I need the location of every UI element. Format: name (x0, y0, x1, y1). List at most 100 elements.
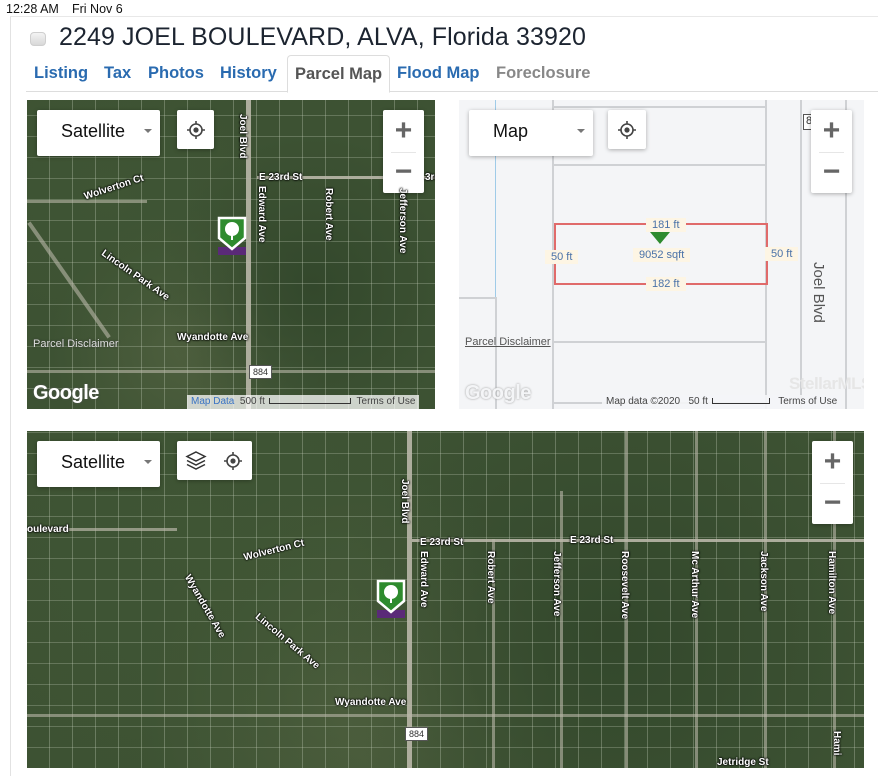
zoom-out-button[interactable]: − (811, 152, 852, 194)
crosshair-icon (224, 451, 242, 470)
street-label: Joel Blvd (237, 114, 248, 159)
map-data-label: Map data ©2020 (606, 396, 681, 407)
crosshair-icon (618, 120, 636, 139)
street-label: Lincoln Park Ave (252, 611, 322, 672)
road-jefferson (560, 491, 563, 768)
layers-icon (184, 450, 207, 470)
street-label: Wyandotte Ave (335, 697, 407, 708)
tab-foreclosure: Foreclosure (496, 64, 591, 82)
lot-line (552, 106, 765, 108)
google-logo: Google (33, 382, 99, 404)
road-curve (27, 221, 111, 339)
road-sr-884 (27, 714, 864, 717)
map-type-label: Map (493, 121, 529, 141)
map-type-select[interactable]: Satellite (37, 441, 160, 487)
tab-history[interactable]: History (212, 55, 285, 92)
dimension-top: 181 ft (646, 218, 686, 232)
map-type-select[interactable]: Satellite (37, 110, 160, 156)
zoom-control: + − (811, 110, 852, 193)
street-label: Hamilton Ave (826, 551, 837, 615)
map-data-link[interactable]: Map Data (191, 396, 234, 407)
chevron-down-icon (144, 460, 152, 464)
street-label: Robert Ave (323, 188, 334, 241)
street-label: oulevard (27, 524, 69, 535)
dimension-bottom: 182 ft (646, 277, 686, 291)
zoom-out-button[interactable]: − (812, 483, 853, 525)
zoom-in-button[interactable]: + (811, 110, 852, 152)
street-label: Hami (831, 731, 842, 756)
map-attribution: Map Data 500 ft Terms of Use (187, 395, 420, 409)
street-label: Wyandotte Ave (177, 332, 249, 343)
street-label: Wolverton Ct (242, 537, 306, 564)
parcel-disclaimer-link[interactable]: Parcel Disclaimer (33, 338, 119, 350)
layers-button[interactable] (177, 441, 214, 480)
map-type-label: Satellite (61, 121, 126, 141)
map-type-select[interactable]: Map (469, 110, 593, 156)
status-time: 12:28 AM (6, 2, 59, 16)
zoom-out-button[interactable]: − (383, 152, 424, 194)
road-sr-884 (27, 370, 435, 373)
lot-line (459, 297, 495, 299)
google-logo: Google (465, 382, 531, 404)
my-location-button[interactable] (214, 441, 252, 480)
zoom-control: + − (383, 110, 424, 193)
stellar-mls-watermark: StellarMLS (789, 374, 864, 393)
street-label: Lincoln Park Ave (99, 247, 172, 304)
lot-line (800, 100, 802, 409)
my-location-button[interactable] (177, 110, 214, 149)
street-label: Jefferson Ave (397, 188, 408, 254)
tab-bar: Listing Tax Photos History Parcel Map Fl… (26, 55, 878, 93)
street-label: Joel Blvd (810, 262, 827, 323)
property-marker-icon[interactable] (375, 578, 407, 618)
tab-listing[interactable]: Listing (26, 55, 96, 92)
lot-line (552, 164, 765, 166)
scale-label: 500 ft (239, 396, 265, 407)
street-label: E 23rd St (420, 537, 464, 548)
street-label: Robert Ave (485, 551, 496, 604)
route-shield: 884 (249, 365, 273, 379)
dimension-right: 50 ft (765, 247, 799, 261)
crosshair-icon (186, 120, 205, 139)
street-label: Wyandotte Ave (182, 572, 228, 641)
zoom-in-button[interactable]: + (812, 441, 853, 483)
parcel-satellite-map[interactable]: Satellite + − Joel Blvd E 23rd St Edward… (27, 100, 435, 409)
dimension-left: 50 ft (545, 250, 579, 264)
terms-link[interactable]: Terms of Use (778, 396, 837, 407)
street-label: Jefferson Ave (551, 551, 562, 617)
street-label: Jetridge St (717, 757, 769, 768)
select-checkbox[interactable] (30, 32, 46, 46)
flood-satellite-map[interactable]: Satellite + − oulevard Wolverton Ct Joel… (27, 431, 864, 768)
street-label: Edward Ave (256, 186, 267, 243)
lot-line (552, 341, 765, 343)
map-type-label: Satellite (61, 452, 126, 472)
chevron-down-icon (577, 129, 585, 133)
street-label: Edward Ave (418, 551, 429, 608)
map-tools (177, 441, 252, 480)
route-shield: 884 (405, 727, 429, 741)
tab-photos[interactable]: Photos (140, 55, 212, 92)
listing-title: 2249 JOEL BOULEVARD, ALVA, Florida 33920 (59, 22, 586, 51)
parcel-disclaimer-link[interactable]: Parcel Disclaimer (465, 336, 551, 348)
terms-link[interactable]: Terms of Use (357, 396, 416, 407)
chevron-down-icon (144, 129, 152, 133)
parcel-area: 9052 sqft (633, 248, 691, 262)
scale-label: 50 ft (688, 396, 708, 407)
street-label: 3rd (425, 172, 435, 183)
street-label: Wolverton Ct (82, 172, 146, 203)
road-e-23rd-st (412, 539, 864, 542)
street-label: E 23rd St (570, 535, 614, 546)
street-label: Mc Arthur Ave (689, 551, 700, 619)
property-marker-icon[interactable] (216, 215, 248, 255)
street-label: E 23rd St (259, 172, 303, 183)
parcel-road-map[interactable]: 181 ft 182 ft 50 ft 50 ft 9052 sqft Joel… (459, 100, 864, 409)
zoom-control: + − (812, 441, 853, 524)
tab-parcel-map[interactable]: Parcel Map (287, 55, 391, 93)
status-date: Fri Nov 6 (72, 2, 123, 16)
listing-header: 2249 JOEL BOULEVARD, ALVA, Florida 33920 (30, 20, 586, 54)
scale-bar (711, 398, 770, 405)
property-marker-icon[interactable] (649, 231, 671, 245)
zoom-in-button[interactable]: + (383, 110, 424, 152)
my-location-button[interactable] (608, 110, 646, 149)
tab-flood-map[interactable]: Flood Map (389, 55, 487, 92)
tab-tax[interactable]: Tax (96, 55, 139, 92)
